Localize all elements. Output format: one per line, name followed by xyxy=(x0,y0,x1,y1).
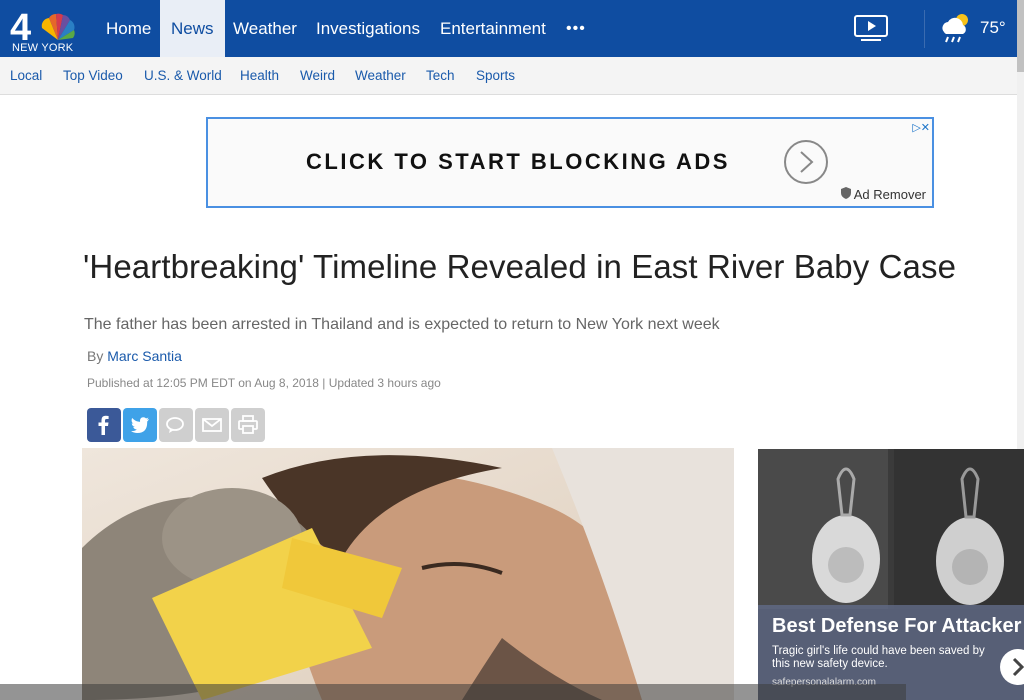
article-headline: 'Heartbreaking' Timeline Revealed in Eas… xyxy=(83,248,957,285)
ad-headline: CLICK TO START BLOCKING ADS xyxy=(306,149,730,174)
dateline: Published at 12:05 PM EDT on Aug 8, 2018… xyxy=(87,376,441,390)
adchoices-close-icon[interactable]: ▷✕ xyxy=(912,121,930,134)
sub-nav-bar: Local Top Video U.S. & World Health Weir… xyxy=(0,57,1017,95)
share-email-button[interactable] xyxy=(195,408,229,442)
promo-title[interactable]: Best Defense For Attacker xyxy=(772,615,1021,638)
article-dek: The father has been arrested in Thailand… xyxy=(84,316,720,333)
more-menu-button[interactable]: ••• xyxy=(566,0,586,57)
facebook-icon xyxy=(98,415,109,435)
partly-cloudy-rain-icon[interactable] xyxy=(938,10,972,46)
share-facebook-button[interactable] xyxy=(87,408,121,442)
subnav-item-sports[interactable]: Sports xyxy=(476,57,515,94)
promo-description: Tragic girl's life could have been saved… xyxy=(772,645,985,670)
top-nav-bar: 4 NEW YORK Home News Weather Investigati… xyxy=(0,0,1024,57)
logo-caption: NEW YORK xyxy=(12,42,74,54)
comment-button[interactable] xyxy=(159,408,193,442)
bottom-overlay-bar xyxy=(0,684,906,700)
shield-icon xyxy=(840,187,851,199)
nav-item-investigations[interactable]: Investigations xyxy=(316,0,420,57)
print-button[interactable] xyxy=(231,408,265,442)
subnav-item-local[interactable]: Local xyxy=(10,57,42,94)
subnav-item-tech[interactable]: Tech xyxy=(426,57,455,94)
ad-remover-label: Ad Remover xyxy=(840,187,926,202)
chevron-right-circle-icon[interactable] xyxy=(784,140,828,184)
nav-item-weather[interactable]: Weather xyxy=(233,0,297,57)
nav-item-entertainment[interactable]: Entertainment xyxy=(440,0,546,57)
twitter-icon xyxy=(131,417,149,433)
subnav-item-us-world[interactable]: U.S. & World xyxy=(144,57,222,94)
byline-prefix: By xyxy=(87,348,104,364)
share-twitter-button[interactable] xyxy=(123,408,157,442)
ad-remover-text: Ad Remover xyxy=(853,187,926,202)
nav-divider xyxy=(924,10,925,48)
subnav-item-weather[interactable]: Weather xyxy=(355,57,406,94)
subnav-item-health[interactable]: Health xyxy=(240,57,279,94)
byline: By Marc Santia xyxy=(87,348,182,364)
chevron-right-icon xyxy=(1012,657,1024,677)
sponsored-promo[interactable]: Best Defense For Attacker Tragic girl's … xyxy=(758,449,1024,700)
print-icon xyxy=(238,415,258,434)
email-icon xyxy=(202,418,222,432)
temperature-reading[interactable]: 75° xyxy=(980,18,1006,38)
promo-next-button[interactable] xyxy=(1000,649,1024,685)
article-hero-image[interactable] xyxy=(82,448,734,700)
comment-icon xyxy=(166,417,184,433)
play-video-icon[interactable] xyxy=(853,14,889,42)
ad-banner[interactable]: CLICK TO START BLOCKING ADS ▷✕ Ad Remove… xyxy=(206,117,934,208)
promo-image xyxy=(758,449,1024,609)
nav-item-home[interactable]: Home xyxy=(106,0,151,57)
author-link[interactable]: Marc Santia xyxy=(107,348,182,364)
scrollbar-thumb[interactable] xyxy=(1017,0,1024,72)
subnav-item-top-video[interactable]: Top Video xyxy=(63,57,123,94)
subnav-item-weird[interactable]: Weird xyxy=(300,57,335,94)
nav-item-news[interactable]: News xyxy=(160,0,225,57)
